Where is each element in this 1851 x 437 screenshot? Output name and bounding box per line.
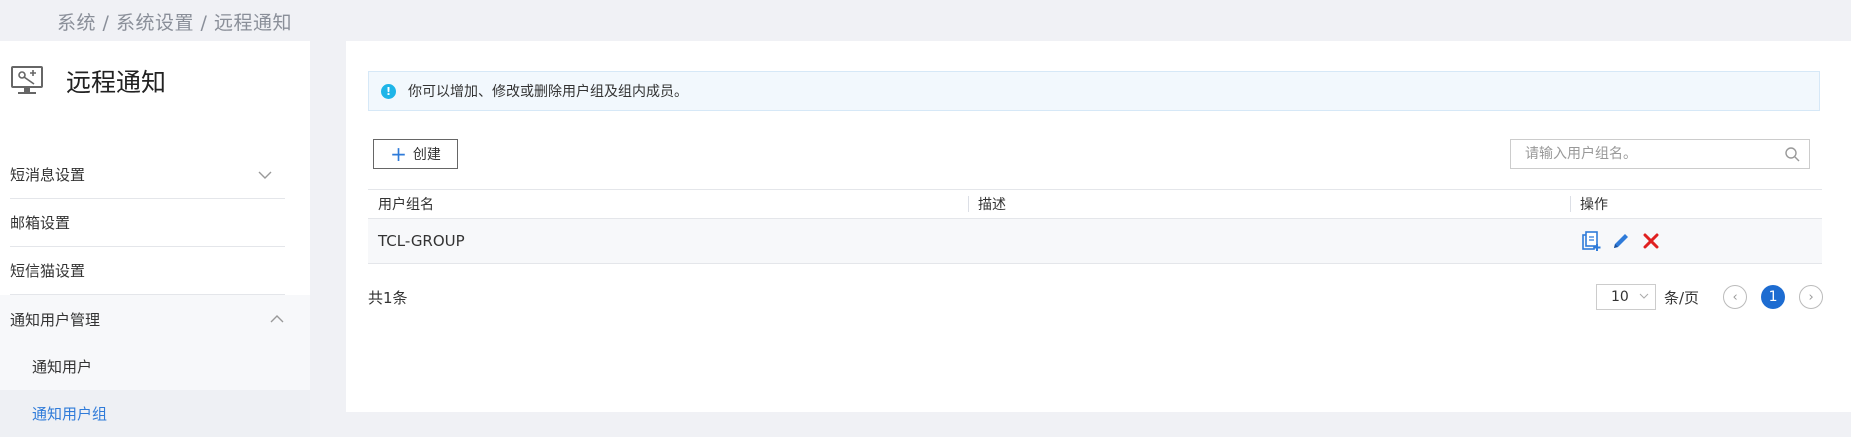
column-header-actions: 操作: [1570, 190, 1822, 218]
next-page-button[interactable]: ›: [1799, 285, 1824, 309]
notice-text: 你可以增加、修改或删除用户组及组内成员。: [408, 84, 688, 100]
cell-actions: [1570, 230, 1822, 252]
sidebar-item-email-settings[interactable]: 邮箱设置: [10, 199, 285, 247]
sidebar-item-notify-user-management[interactable]: 通知用户管理: [0, 295, 310, 343]
sidebar-title: 远程通知: [66, 68, 167, 97]
sidebar-subitem-notify-user-groups[interactable]: 通知用户组: [0, 390, 310, 437]
sidebar-item-label: 邮箱设置: [10, 214, 71, 232]
per-page-label: 条/页: [1664, 288, 1700, 307]
column-header-description: 描述: [968, 190, 1570, 218]
sidebar-header: 远程通知: [10, 61, 166, 101]
breadcrumb: 系统 / 系统设置 / 远程通知: [57, 12, 292, 34]
table-row: TCL-GROUP: [368, 219, 1822, 264]
search-icon[interactable]: [1784, 146, 1800, 162]
page-size-value: 10: [1611, 289, 1629, 305]
delete-icon[interactable]: [1640, 230, 1662, 252]
sidebar: 远程通知 短消息设置 邮箱设置 短信猫设置 通知用户管理 通知用户 通知用户组: [0, 41, 310, 437]
info-notice: ! 你可以增加、修改或删除用户组及组内成员。: [368, 71, 1820, 111]
sidebar-subitem-label: 通知用户组: [32, 405, 108, 423]
chevron-up-icon: [270, 315, 284, 323]
sidebar-item-sms-modem-settings[interactable]: 短信猫设置: [10, 247, 285, 295]
sidebar-item-label: 通知用户管理: [10, 310, 101, 329]
sidebar-subitem-label: 通知用户: [32, 358, 93, 376]
main-panel: ! 你可以增加、修改或删除用户组及组内成员。 + 创建 用户组名 描述 操作 T…: [346, 41, 1851, 412]
sidebar-item-label: 短消息设置: [10, 166, 86, 184]
chevron-right-icon: ›: [1808, 289, 1814, 305]
cell-group-name: TCL-GROUP: [378, 232, 465, 250]
chevron-down-icon: [1639, 293, 1649, 299]
pagination: 10 条/页 ‹ 1 ›: [1596, 284, 1824, 310]
remote-monitor-icon: [11, 66, 43, 94]
chevron-left-icon: ‹: [1732, 289, 1738, 305]
plus-icon: +: [390, 142, 407, 166]
total-count: 共1条: [368, 289, 408, 307]
sidebar-subitem-notify-users[interactable]: 通知用户: [0, 343, 310, 390]
create-button-label: 创建: [412, 147, 441, 163]
prev-page-button[interactable]: ‹: [1723, 285, 1748, 309]
page-size-select[interactable]: 10: [1596, 284, 1656, 310]
chevron-down-icon: [258, 171, 272, 179]
create-button[interactable]: + 创建: [373, 139, 458, 169]
edit-icon[interactable]: [1610, 230, 1632, 252]
sidebar-menu: 短消息设置 邮箱设置 短信猫设置 通知用户管理 通知用户 通知用户组: [0, 151, 310, 437]
sidebar-item-sms-settings[interactable]: 短消息设置: [10, 151, 285, 199]
column-header-group-name: 用户组名: [378, 197, 434, 213]
add-member-icon[interactable]: [1580, 230, 1602, 252]
info-icon: !: [381, 83, 396, 99]
search-input[interactable]: [1511, 140, 1784, 168]
user-group-table: 用户组名 描述 操作 TCL-GROUP: [368, 189, 1822, 264]
table-header: 用户组名 描述 操作: [368, 189, 1822, 219]
search-box: [1510, 139, 1810, 169]
page-number-current[interactable]: 1: [1761, 285, 1786, 309]
sidebar-item-label: 短信猫设置: [10, 262, 86, 280]
